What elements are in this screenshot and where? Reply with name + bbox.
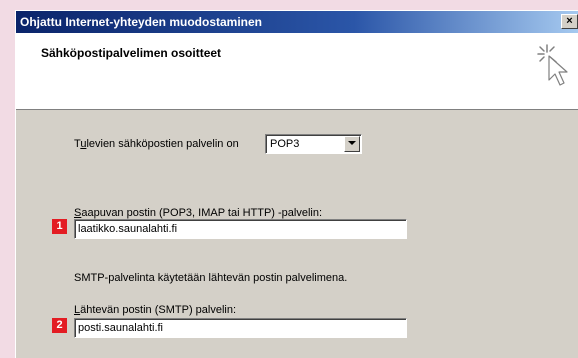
wizard-cursor-icon	[537, 44, 568, 86]
close-icon: ×	[566, 15, 573, 27]
window-title: Ohjattu Internet-yhteyden muodostaminen	[20, 15, 263, 29]
outgoing-server-input[interactable]	[74, 318, 407, 338]
incoming-server-input[interactable]	[74, 219, 407, 239]
marker-badge-1: 1	[52, 219, 67, 234]
close-button[interactable]: ×	[561, 14, 578, 29]
title-bar[interactable]: Ohjattu Internet-yhteyden muodostaminen …	[16, 11, 578, 33]
wizard-header: Sähköpostipalvelimen osoitteet	[16, 33, 578, 110]
outgoing-server-label: Lähtevän postin (SMTP) palvelin:	[74, 304, 237, 316]
wizard-window: Ohjattu Internet-yhteyden muodostaminen …	[15, 10, 578, 358]
page-title: Sähköpostipalvelimen osoitteet	[41, 46, 222, 60]
dropdown-button[interactable]	[344, 136, 360, 152]
marker-badge-2: 2	[52, 318, 67, 333]
smtp-note: SMTP-palvelinta käytetään lähtevän posti…	[74, 272, 348, 284]
incoming-type-label: Tulevien sähköpostien palvelin on	[74, 138, 239, 150]
incoming-server-label: Saapuvan postin (POP3, IMAP tai HTTP) -p…	[74, 207, 323, 219]
incoming-type-value: POP3	[270, 138, 300, 150]
incoming-type-select[interactable]: POP3	[265, 134, 362, 154]
chevron-down-icon	[348, 141, 356, 145]
wizard-content: Tulevien sähköpostien palvelin on POP3 S…	[16, 111, 578, 358]
